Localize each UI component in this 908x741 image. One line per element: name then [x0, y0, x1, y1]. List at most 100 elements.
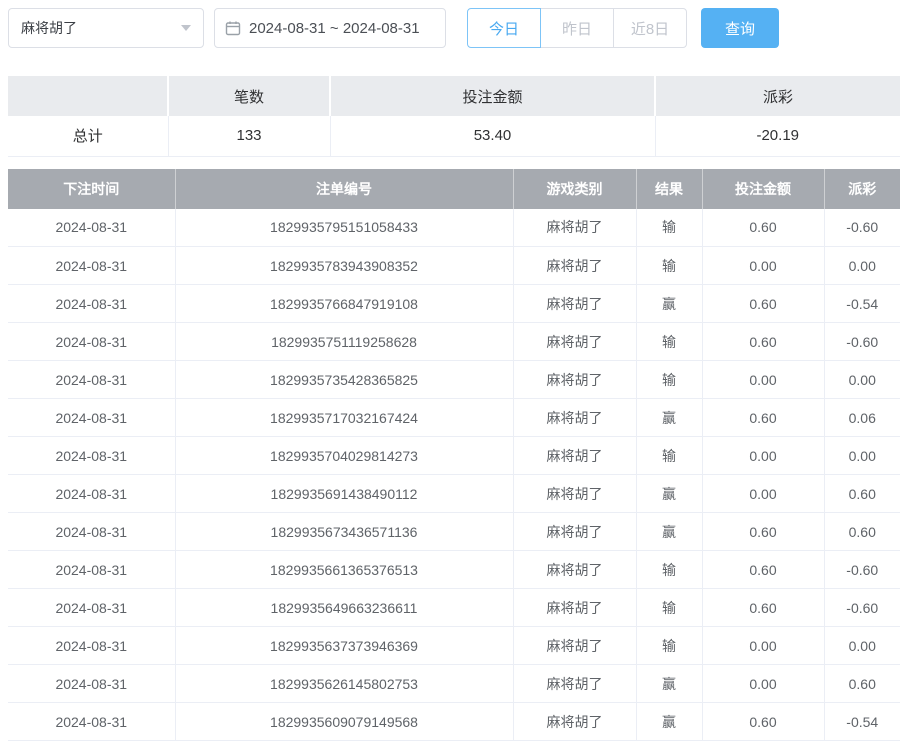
game-type-cell: 麻将胡了 [513, 247, 636, 285]
payout-cell: 0.00 [824, 247, 900, 285]
bet-time-cell: 2024-08-31 [8, 627, 175, 665]
result-cell: 输 [636, 627, 702, 665]
bet-amount-cell: 0.60 [702, 703, 824, 741]
bet-amount-cell: 0.00 [702, 247, 824, 285]
bet-time-cell: 2024-08-31 [8, 665, 175, 703]
bet-time-cell: 2024-08-31 [8, 209, 175, 247]
payout-cell: 0.60 [824, 475, 900, 513]
payout-cell: -0.60 [824, 209, 900, 247]
bet-id-cell: 1829935637373946369 [175, 627, 513, 665]
game-type-cell: 麻将胡了 [513, 475, 636, 513]
bet-amount-cell: 0.00 [702, 475, 824, 513]
payout-cell: -0.60 [824, 589, 900, 627]
bet-id-cell: 1829935609079149568 [175, 703, 513, 741]
bet-id-cell: 1829935783943908352 [175, 247, 513, 285]
bet-time-cell: 2024-08-31 [8, 285, 175, 323]
table-row: 2024-08-311829935649663236611麻将胡了输0.60-0… [8, 589, 900, 627]
today-button[interactable]: 今日 [467, 8, 541, 48]
bet-amount-cell: 0.60 [702, 513, 824, 551]
table-row: 2024-08-311829935637373946369麻将胡了输0.000.… [8, 627, 900, 665]
bet-amount-cell: 0.60 [702, 399, 824, 437]
table-row: 2024-08-311829935751119258628麻将胡了输0.60-0… [8, 323, 900, 361]
game-type-cell: 麻将胡了 [513, 399, 636, 437]
result-cell: 输 [636, 209, 702, 247]
payout-cell: -0.54 [824, 703, 900, 741]
payout-cell: 0.06 [824, 399, 900, 437]
result-cell: 赢 [636, 399, 702, 437]
table-row: 2024-08-311829935783943908352麻将胡了输0.000.… [8, 247, 900, 285]
payout-cell: -0.60 [824, 323, 900, 361]
header-payout: 派彩 [824, 169, 900, 209]
header-result: 结果 [636, 169, 702, 209]
bet-records-page: 麻将胡了 2024-08-31 ~ 2024-08-31 今日 昨日 近8日 查… [0, 0, 908, 741]
yesterday-button[interactable]: 昨日 [540, 8, 614, 48]
table-row: 2024-08-311829935661365376513麻将胡了输0.60-0… [8, 551, 900, 589]
bet-id-cell: 1829935649663236611 [175, 589, 513, 627]
payout-cell: -0.54 [824, 285, 900, 323]
bet-time-cell: 2024-08-31 [8, 247, 175, 285]
summary-header-blank [8, 76, 168, 116]
bet-amount-cell: 0.60 [702, 323, 824, 361]
bet-time-cell: 2024-08-31 [8, 589, 175, 627]
result-cell: 赢 [636, 703, 702, 741]
bet-time-cell: 2024-08-31 [8, 551, 175, 589]
result-cell: 赢 [636, 475, 702, 513]
table-row: 2024-08-311829935735428365825麻将胡了输0.000.… [8, 361, 900, 399]
game-type-cell: 麻将胡了 [513, 361, 636, 399]
bet-time-cell: 2024-08-31 [8, 475, 175, 513]
result-cell: 输 [636, 437, 702, 475]
bet-amount-cell: 0.00 [702, 665, 824, 703]
table-row: 2024-08-311829935704029814273麻将胡了输0.000.… [8, 437, 900, 475]
table-row: 2024-08-311829935609079149568麻将胡了赢0.60-0… [8, 703, 900, 741]
summary-row: 总计 133 53.40 -20.19 [8, 116, 900, 156]
table-row: 2024-08-311829935673436571136麻将胡了赢0.600.… [8, 513, 900, 551]
summary-total-label: 总计 [8, 116, 168, 156]
quick-range-group: 今日 昨日 近8日 [467, 8, 687, 48]
chevron-down-icon [181, 25, 191, 31]
date-range-picker[interactable]: 2024-08-31 ~ 2024-08-31 [214, 8, 446, 48]
result-cell: 赢 [636, 285, 702, 323]
table-row: 2024-08-311829935717032167424麻将胡了赢0.600.… [8, 399, 900, 437]
bet-amount-cell: 0.00 [702, 437, 824, 475]
bet-id-cell: 1829935673436571136 [175, 513, 513, 551]
calendar-icon [225, 20, 241, 36]
header-bet-id: 注单编号 [175, 169, 513, 209]
bet-id-cell: 1829935691438490112 [175, 475, 513, 513]
game-type-cell: 麻将胡了 [513, 665, 636, 703]
summary-bet-amount-value: 53.40 [330, 116, 655, 156]
bet-amount-cell: 0.00 [702, 627, 824, 665]
payout-cell: 0.60 [824, 513, 900, 551]
bet-table-body: 2024-08-311829935795151058433麻将胡了输0.60-0… [8, 209, 900, 741]
payout-cell: 0.00 [824, 361, 900, 399]
bet-id-cell: 1829935717032167424 [175, 399, 513, 437]
bet-time-cell: 2024-08-31 [8, 513, 175, 551]
last-8-days-button[interactable]: 近8日 [613, 8, 687, 48]
bet-amount-cell: 0.60 [702, 285, 824, 323]
bet-time-cell: 2024-08-31 [8, 437, 175, 475]
bet-time-cell: 2024-08-31 [8, 361, 175, 399]
table-row: 2024-08-311829935795151058433麻将胡了输0.60-0… [8, 209, 900, 247]
bet-id-cell: 1829935735428365825 [175, 361, 513, 399]
game-select[interactable]: 麻将胡了 [8, 8, 204, 48]
date-range-value: 2024-08-31 ~ 2024-08-31 [249, 20, 420, 37]
bet-id-cell: 1829935766847919108 [175, 285, 513, 323]
query-button[interactable]: 查询 [701, 8, 779, 48]
game-type-cell: 麻将胡了 [513, 589, 636, 627]
game-type-cell: 麻将胡了 [513, 285, 636, 323]
summary-table: 笔数 投注金额 派彩 总计 133 53.40 -20.19 [8, 76, 900, 157]
bet-table-header-row: 下注时间 注单编号 游戏类别 结果 投注金额 派彩 [8, 169, 900, 209]
game-type-cell: 麻将胡了 [513, 627, 636, 665]
payout-cell: -0.60 [824, 551, 900, 589]
game-type-cell: 麻将胡了 [513, 551, 636, 589]
game-type-cell: 麻将胡了 [513, 209, 636, 247]
result-cell: 赢 [636, 513, 702, 551]
result-cell: 输 [636, 551, 702, 589]
bet-id-cell: 1829935795151058433 [175, 209, 513, 247]
bet-amount-cell: 0.60 [702, 551, 824, 589]
bet-id-cell: 1829935661365376513 [175, 551, 513, 589]
bet-records-table: 下注时间 注单编号 游戏类别 结果 投注金额 派彩 2024-08-311829… [8, 169, 900, 741]
payout-cell: 0.60 [824, 665, 900, 703]
toolbar: 麻将胡了 2024-08-31 ~ 2024-08-31 今日 昨日 近8日 查… [0, 0, 908, 56]
bet-amount-cell: 0.60 [702, 589, 824, 627]
bet-id-cell: 1829935626145802753 [175, 665, 513, 703]
